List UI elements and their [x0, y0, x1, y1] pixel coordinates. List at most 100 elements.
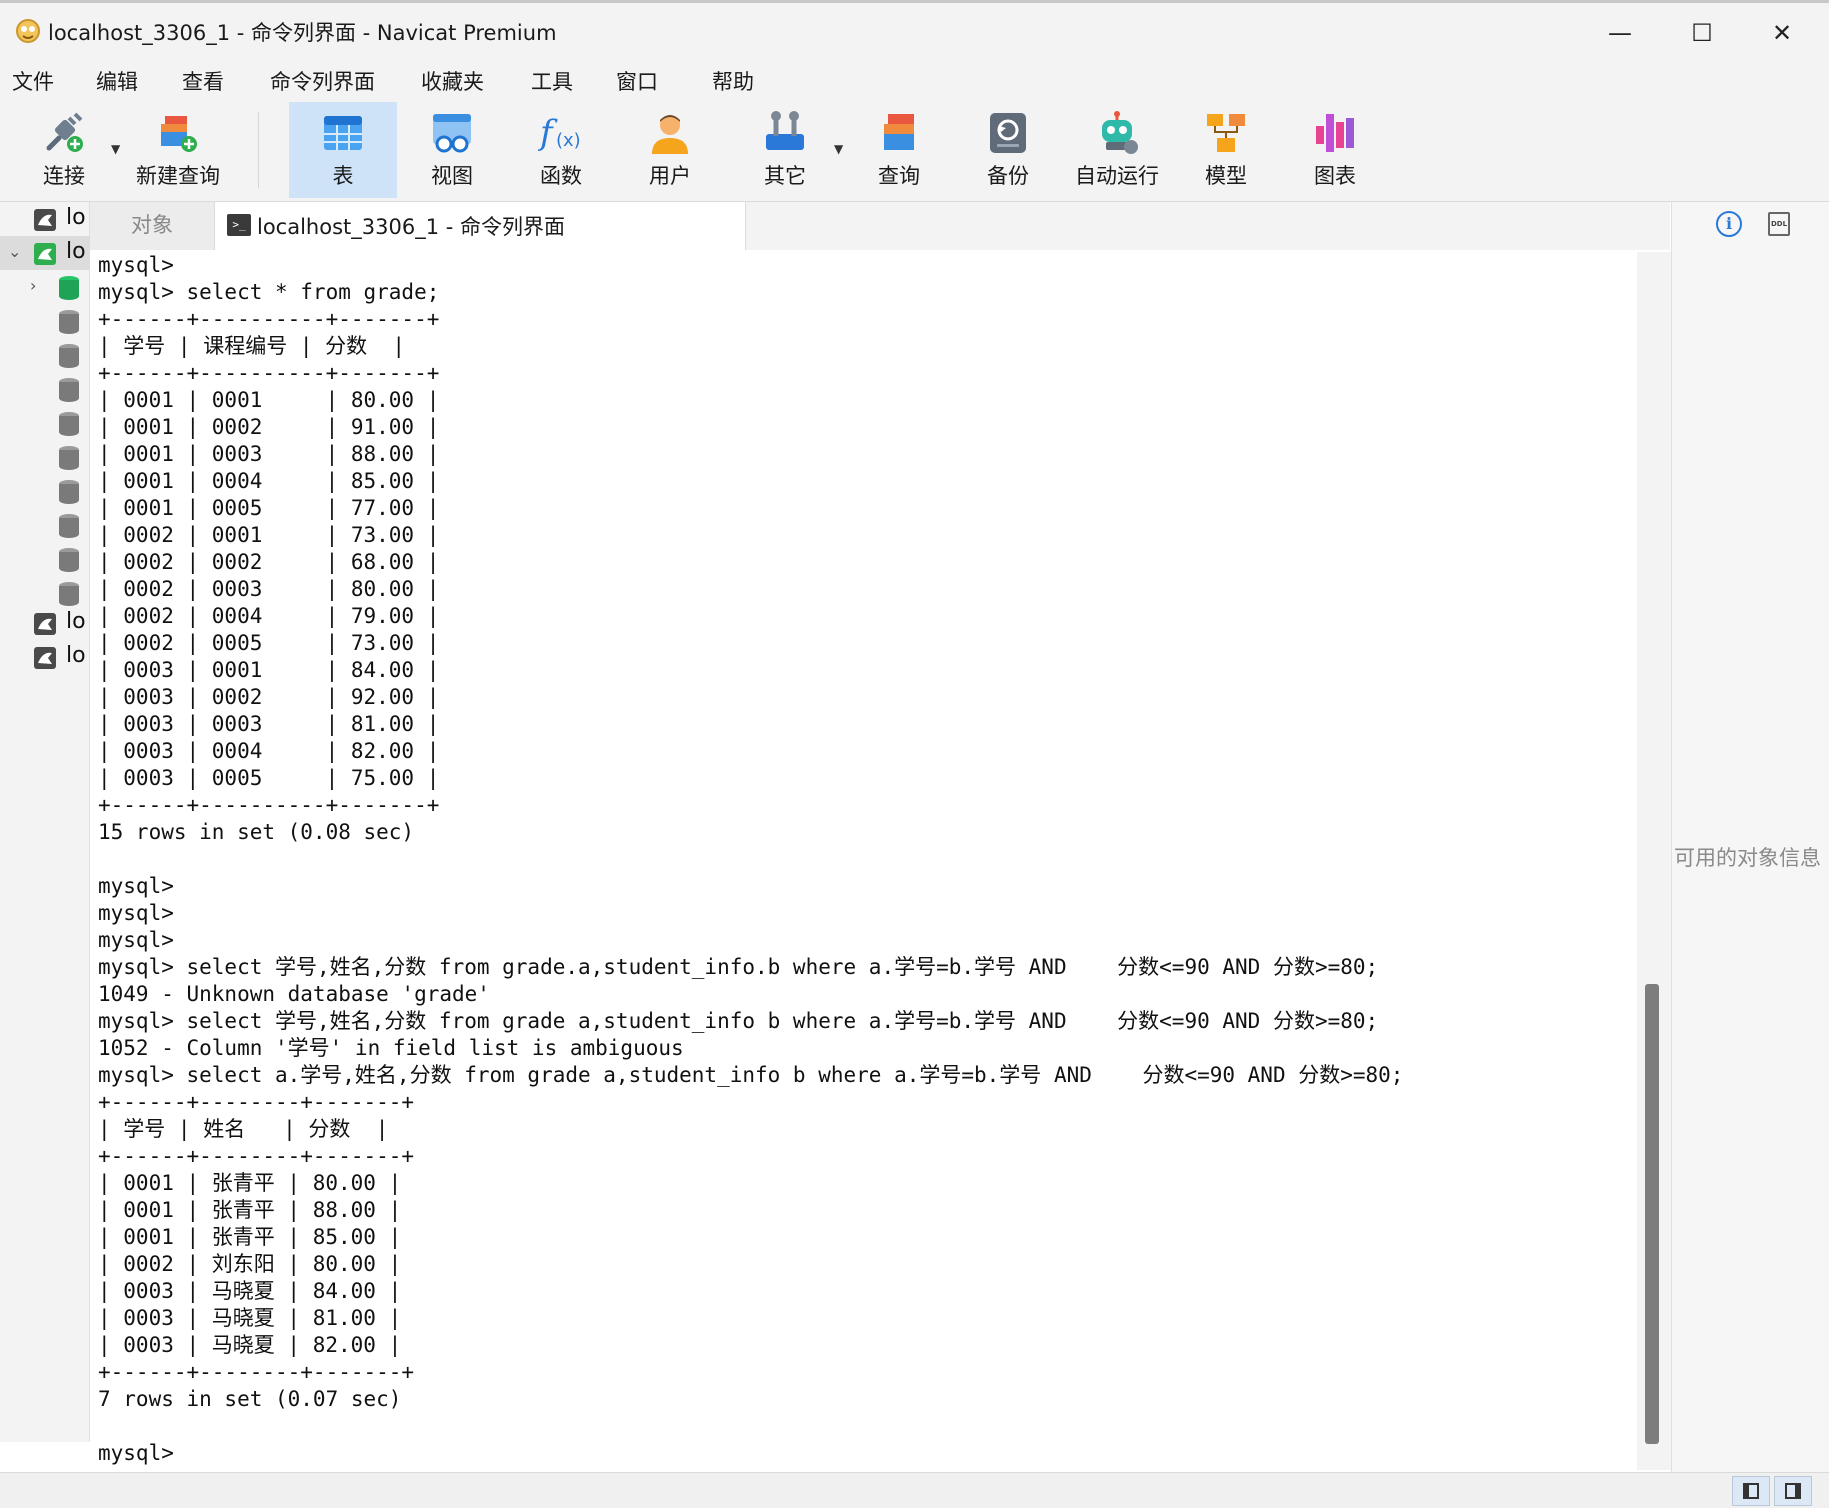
view-label: 视图 — [431, 164, 473, 188]
console-line: | 0002 | 0005 | 73.00 | — [98, 631, 440, 655]
nav-item-database[interactable] — [0, 406, 90, 440]
status-bar — [0, 1472, 1829, 1508]
automation-button[interactable]: 自动运行 — [1063, 102, 1171, 198]
nav-item-database[interactable] — [0, 338, 90, 372]
console-line: 1049 - Unknown database 'grade' — [98, 982, 490, 1006]
panel-left-icon — [1743, 1483, 1759, 1499]
other-button[interactable]: 其它 — [731, 102, 839, 198]
toolbar: 连接 ▼ 新建查询 表 视图 f (x) 函数 用户 其它 ▼ 查询 备份 自动… — [0, 102, 1829, 273]
nav-item-database[interactable] — [0, 508, 90, 542]
database-icon — [59, 378, 79, 402]
maximize-button[interactable]: ☐ — [1662, 7, 1742, 59]
plug-icon — [46, 112, 83, 152]
console-line: mysql> select * from grade; — [98, 280, 440, 304]
nav-item-database[interactable] — [0, 440, 90, 474]
console-line: | 0001 | 张青平 | 80.00 | — [98, 1171, 402, 1195]
console-line: +------+--------+-------+ — [98, 1090, 415, 1114]
left-panel-toggle-button[interactable] — [1732, 1476, 1770, 1506]
console-line: | 0001 | 0002 | 91.00 | — [98, 415, 440, 439]
nav-item-database[interactable] — [0, 576, 90, 610]
table-button[interactable]: 表 — [289, 102, 397, 198]
user-button[interactable]: 用户 — [616, 102, 724, 198]
console-line: | 0002 | 0003 | 80.00 | — [98, 577, 440, 601]
menu-edit[interactable]: 编辑 — [96, 66, 138, 96]
view-icon — [433, 114, 471, 153]
console-line: +------+----------+-------+ — [98, 793, 440, 817]
table-label: 表 — [332, 164, 354, 188]
title-bar: localhost_3306_1 - 命令列界面 - Navicat Premi… — [0, 0, 1829, 60]
scrollbar-thumb[interactable] — [1645, 984, 1659, 1444]
connect-dropdown-icon[interactable]: ▼ — [111, 142, 120, 156]
connect-button[interactable]: 连接 — [10, 102, 118, 198]
backup-button[interactable]: 备份 — [954, 102, 1062, 198]
chevron-down-icon[interactable]: ⌄ — [8, 242, 21, 261]
nav-item-database[interactable] — [0, 372, 90, 406]
menu-console[interactable]: 命令列界面 — [270, 66, 375, 96]
menu-bar: 文件 编辑 查看 命令列界面 收藏夹 工具 窗口 帮助 — [0, 60, 1829, 102]
console-line: mysql> select a.学号,姓名,分数 from grade a,st… — [98, 1063, 1404, 1087]
query-label: 查询 — [878, 164, 920, 188]
navigation-pane: lo ⌄ lo › lo lo — [0, 202, 90, 1442]
other-label: 其它 — [764, 164, 806, 188]
info-pane-message: 可用的对象信息 — [1674, 846, 1821, 870]
minimize-button[interactable]: — — [1580, 7, 1660, 59]
right-panel-toggle-button[interactable] — [1774, 1476, 1812, 1506]
console-line: +------+----------+-------+ — [98, 307, 440, 331]
chevron-right-icon[interactable]: › — [30, 276, 36, 295]
ddl-icon[interactable]: DDL — [1768, 212, 1790, 236]
chart-icon — [1316, 114, 1354, 152]
nav-item-connection[interactable]: lo — [0, 202, 90, 236]
nav-item-label: lo — [66, 239, 86, 264]
menu-help[interactable]: 帮助 — [712, 66, 754, 96]
svg-text:(x): (x) — [556, 130, 581, 151]
function-label: 函数 — [540, 164, 582, 188]
query-icon — [884, 114, 914, 150]
console-line: mysql> — [98, 874, 174, 898]
console-line: mysql> select 学号,姓名,分数 from grade.a,stud… — [98, 955, 1379, 979]
tab-console[interactable]: >_ localhost_3306_1 - 命令列界面 — [214, 202, 746, 250]
other-dropdown-icon[interactable]: ▼ — [834, 142, 843, 156]
mysql-connection-icon — [34, 209, 56, 231]
console-line: | 0001 | 0001 | 80.00 | — [98, 388, 440, 412]
database-icon — [59, 582, 79, 606]
vertical-scrollbar[interactable] — [1637, 252, 1671, 1470]
nav-item-connection[interactable]: lo — [0, 606, 90, 640]
info-icon[interactable]: i — [1716, 211, 1742, 237]
model-button[interactable]: 模型 — [1172, 102, 1280, 198]
menu-file[interactable]: 文件 — [12, 66, 54, 96]
new-query-button[interactable]: 新建查询 — [124, 102, 232, 198]
toolbar-divider — [258, 112, 259, 188]
menu-favorites[interactable]: 收藏夹 — [421, 66, 484, 96]
panel-right-icon — [1785, 1483, 1801, 1499]
tab-objects[interactable]: 对象 — [90, 202, 214, 250]
nav-item-connection-open[interactable]: ⌄ lo — [0, 236, 90, 270]
database-icon — [59, 446, 79, 470]
view-button[interactable]: 视图 — [398, 102, 506, 198]
console-line: | 0001 | 张青平 | 85.00 | — [98, 1225, 402, 1249]
nav-item-connection[interactable]: lo — [0, 640, 90, 674]
close-button[interactable]: ✕ — [1742, 7, 1822, 59]
console-line: +------+--------+-------+ — [98, 1360, 415, 1384]
console-text: mysql> mysql> select * from grade; +------… — [98, 252, 1403, 1467]
nav-item-database[interactable] — [0, 542, 90, 576]
nav-item-database[interactable] — [0, 474, 90, 508]
nav-item-database[interactable] — [0, 304, 90, 338]
nav-item-database-open[interactable]: › — [0, 270, 90, 304]
new-query-icon — [161, 116, 197, 152]
console-line: | 0001 | 0003 | 88.00 | — [98, 442, 440, 466]
chart-button[interactable]: 图表 — [1281, 102, 1389, 198]
menu-window[interactable]: 窗口 — [616, 66, 658, 96]
console-line: mysql> — [98, 1441, 174, 1465]
console-line: | 0001 | 0005 | 77.00 | — [98, 496, 440, 520]
menu-tools[interactable]: 工具 — [531, 66, 573, 96]
console-output[interactable]: mysql> mysql> select * from grade; +------… — [90, 252, 1636, 1470]
function-button[interactable]: f (x) 函数 — [507, 102, 615, 198]
model-icon — [1207, 114, 1245, 152]
console-line: mysql> select 学号,姓名,分数 from grade a,stud… — [98, 1009, 1379, 1033]
query-button[interactable]: 查询 — [845, 102, 953, 198]
nav-item-label: lo — [66, 609, 86, 634]
console-line: | 0002 | 0004 | 79.00 | — [98, 604, 440, 628]
menu-view[interactable]: 查看 — [182, 66, 224, 96]
chart-label: 图表 — [1314, 164, 1356, 188]
